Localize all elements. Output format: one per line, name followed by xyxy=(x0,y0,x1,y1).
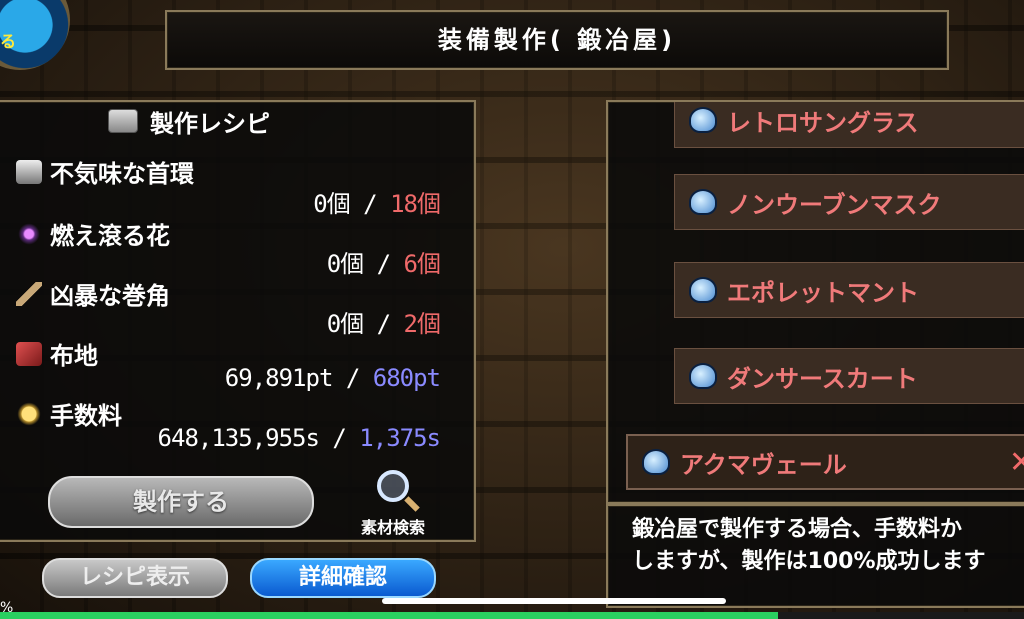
material-need: 1,375s xyxy=(359,424,441,452)
material-name: 不気味な首環 xyxy=(50,160,194,188)
material-row: 凶暴な巻角 xyxy=(16,276,170,311)
material-name: 凶暴な巻角 xyxy=(50,282,170,310)
recipe-book-icon xyxy=(108,109,138,133)
material-name: 手数料 xyxy=(50,402,122,430)
item-name: アクマヴェール xyxy=(680,450,847,479)
title-bar: 装備製作( 鍛冶屋) xyxy=(165,10,949,70)
list-item[interactable]: ダンサースカート xyxy=(674,348,1024,404)
description-panel: 鍛冶屋で製作する場合、手数料か しますが、製作は100%成功します xyxy=(606,504,1024,608)
material-need: 2個 xyxy=(403,310,441,338)
recipe-panel: 製作レシピ 不気味な首環 0個 / 18個 燃え滾る花 0個 / 6個 凶暴な巻… xyxy=(0,100,476,542)
home-indicator[interactable] xyxy=(382,598,726,604)
material-have: 648,135,955s xyxy=(157,424,320,452)
horn-icon xyxy=(16,281,42,306)
xp-bar xyxy=(0,612,1024,619)
material-search-button[interactable]: 素材検索 xyxy=(348,470,438,538)
item-name: ノンウーブンマスク xyxy=(727,190,942,219)
material-need: 680pt xyxy=(372,364,441,392)
material-row: 不気味な首環 xyxy=(16,154,194,189)
list-item[interactable]: ノンウーブンマスク xyxy=(674,174,1024,230)
item-name: ダンサースカート xyxy=(727,364,918,393)
menu-orb-label: る xyxy=(0,32,17,51)
material-quantity: 69,891pt / 680pt xyxy=(224,364,441,392)
red-cloth-icon xyxy=(16,341,42,366)
material-need: 18個 xyxy=(390,190,441,218)
material-search-label: 素材検索 xyxy=(360,518,425,537)
material-have: 69,891pt xyxy=(224,364,334,392)
description-text: 鍛冶屋で製作する場合、手数料か しますが、製作は100%成功します xyxy=(632,517,986,574)
purple-flower-icon xyxy=(16,221,42,246)
list-item-selected[interactable]: アクマヴェール ✕ xyxy=(626,434,1024,490)
material-have: 0個 xyxy=(326,250,364,278)
material-have: 0個 xyxy=(313,190,350,218)
material-row: 燃え滾る花 xyxy=(16,216,170,251)
metal-collar-icon xyxy=(16,159,42,184)
material-row: 布地 xyxy=(16,336,98,371)
magnifier-icon xyxy=(377,470,409,502)
details-button[interactable]: 詳細確認 xyxy=(250,558,436,598)
material-name: 布地 xyxy=(50,342,98,370)
material-quantity: 0個 / 2個 xyxy=(326,310,441,338)
list-item[interactable]: エポレットマント xyxy=(674,262,1024,318)
item-name: エポレットマント xyxy=(727,278,919,307)
material-have: 0個 xyxy=(326,310,364,338)
material-quantity: 0個 / 18個 xyxy=(313,190,441,218)
material-row: 手数料 xyxy=(16,396,122,431)
page-title: 装備製作( 鍛冶屋) xyxy=(437,26,677,54)
coins-icon xyxy=(16,401,42,426)
recipe-header: 製作レシピ xyxy=(108,104,270,138)
hat-icon xyxy=(689,189,717,215)
list-item[interactable]: レトロサングラス xyxy=(674,102,1024,148)
close-icon[interactable]: ✕ xyxy=(1009,445,1024,480)
craft-button[interactable]: 製作する xyxy=(48,476,314,528)
hat-icon xyxy=(689,277,717,303)
material-quantity: 0個 / 6個 xyxy=(326,250,441,278)
recipe-header-label: 製作レシピ xyxy=(150,109,270,138)
hat-icon xyxy=(689,107,717,133)
item-name: レトロサングラス xyxy=(727,108,919,137)
xp-bar-fill xyxy=(0,612,779,619)
hat-icon xyxy=(642,449,670,475)
material-need: 6個 xyxy=(403,250,441,278)
material-quantity: 648,135,955s / 1,375s xyxy=(157,424,441,452)
material-name: 燃え滾る花 xyxy=(50,222,170,250)
recipe-view-button[interactable]: レシピ表示 xyxy=(42,558,228,598)
equipment-list-panel: レトロサングラス ノンウーブンマスク エポレットマント ダンサースカート アクマ… xyxy=(606,100,1024,504)
hat-icon xyxy=(689,363,717,389)
